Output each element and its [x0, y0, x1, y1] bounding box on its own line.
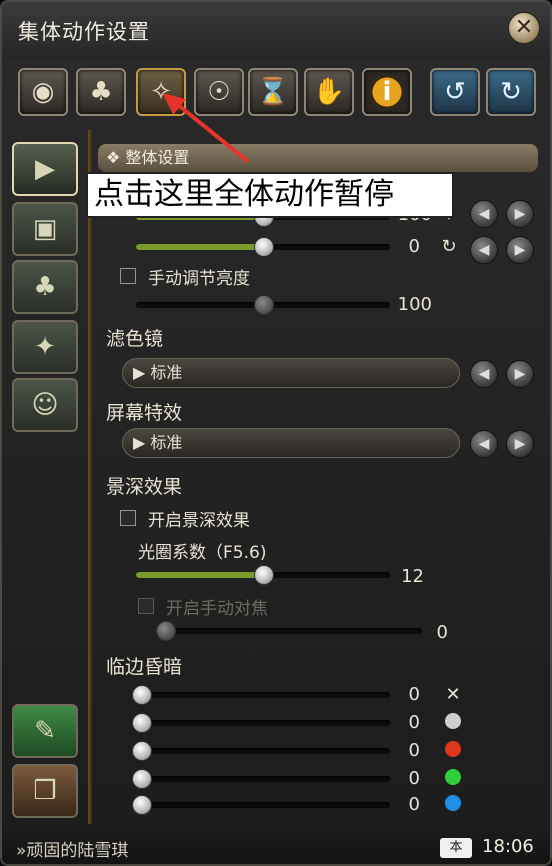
manual-focus-checkbox[interactable] — [138, 598, 154, 614]
vignette-slider-knob[interactable] — [132, 713, 152, 733]
info-icon[interactable]: i — [362, 68, 412, 116]
next-button[interactable]: ▶ — [506, 236, 534, 264]
effect-prev-button[interactable]: ◀ — [470, 430, 498, 458]
dof-enable-checkbox[interactable] — [120, 510, 136, 526]
filter-dropdown[interactable]: ▶ 标准 — [122, 358, 460, 388]
sidebar: ▶ ▣ ♣ ✦ ☺ ✎ ❒ — [10, 138, 82, 828]
settings-panel: ❖ 整体设置 100 ▾ ◀ ▶ 0 ↻ ◀ ▶ 手动调节亮度 100 滤色镜 … — [98, 138, 544, 828]
rotate-left-icon[interactable]: ↺ — [430, 68, 480, 116]
group-pose-window: 集体动作设置 ✕ ◉ ♣ ✧ ☉ ⌛ ✋ i ↺ ↻ 点击这里全体动作暂停 ▶ … — [0, 0, 552, 866]
focus-value: 0 — [436, 622, 448, 643]
player-name: »顽固的陆雪琪 — [16, 841, 129, 861]
vignette-slider-track[interactable] — [132, 741, 390, 761]
vertical-resize-icon[interactable] — [444, 712, 462, 730]
dof-label: 景深效果 — [106, 476, 183, 498]
gesture-icon[interactable]: ✋ — [304, 68, 354, 116]
annotation-tooltip: 点击这里全体动作暂停 — [86, 172, 454, 218]
manual-brightness-label: 手动调节亮度 — [148, 269, 250, 289]
prev-button[interactable]: ◀ — [470, 200, 498, 228]
aperture-label: 光圈系数（F5.6) — [138, 543, 267, 563]
aperture-slider-knob[interactable] — [254, 565, 274, 585]
manual-focus-label: 开启手动对焦 — [166, 599, 268, 619]
section-title: ❖ 整体设置 — [98, 144, 538, 172]
open-book-icon[interactable]: ❒ — [12, 764, 78, 818]
pose-pause-icon[interactable]: ✧ — [136, 68, 186, 116]
sidebar-divider — [88, 130, 92, 824]
slider-value: 0 — [408, 236, 420, 257]
vignette-slider-track[interactable] — [132, 769, 390, 789]
filter-prev-button[interactable]: ◀ — [470, 360, 498, 388]
server-badge: 本 — [440, 838, 472, 858]
pose-icon[interactable]: ☉ — [194, 68, 244, 116]
clock: 18:06 — [482, 836, 534, 857]
vignette-slider-knob[interactable] — [132, 795, 152, 815]
vignette-value: 0 — [408, 768, 420, 789]
vignette-value: 0 — [408, 712, 420, 733]
manual-brightness-checkbox[interactable] — [120, 268, 136, 284]
close-icon[interactable]: ✕ — [508, 12, 540, 44]
brightness-slider-track[interactable] — [136, 295, 390, 315]
aperture-value: 12 — [401, 566, 424, 587]
lamp-icon[interactable]: ♣ — [76, 68, 126, 116]
titlebar: 集体动作设置 ✕ — [2, 2, 550, 60]
brightness-slider-knob[interactable] — [254, 295, 274, 315]
window-title: 集体动作设置 — [18, 20, 150, 44]
vignette-slider-track[interactable] — [132, 795, 390, 815]
red-swatch[interactable] — [444, 740, 462, 758]
next-button[interactable]: ▶ — [506, 200, 534, 228]
frame-icon[interactable]: ▣ — [12, 202, 78, 256]
filter-next-button[interactable]: ▶ — [506, 360, 534, 388]
focus-slider-track[interactable] — [156, 621, 422, 641]
vignette-value: 0 — [408, 740, 420, 761]
vignette-slider-track[interactable] — [132, 685, 390, 705]
feather-book-icon[interactable]: ✎ — [12, 704, 78, 758]
slider-knob[interactable] — [254, 237, 274, 257]
dof-enable-label: 开启景深效果 — [148, 511, 250, 531]
effect-label: 屏幕特效 — [106, 402, 183, 424]
prev-button[interactable]: ◀ — [470, 236, 498, 264]
vignette-slider-track[interactable] — [132, 713, 390, 733]
brightness-value: 100 — [397, 294, 432, 315]
effect-next-button[interactable]: ▶ — [506, 430, 534, 458]
vignette-slider-knob[interactable] — [132, 741, 152, 761]
effect-dropdown[interactable]: ▶ 标准 — [122, 428, 460, 458]
camera-settings-icon[interactable]: ▶ — [12, 142, 78, 196]
focus-slider-knob[interactable] — [156, 621, 176, 641]
rotate-right-icon[interactable]: ↻ — [486, 68, 536, 116]
vignette-label: 临边昏暗 — [106, 656, 183, 678]
expand-icon[interactable]: ✕ — [442, 684, 464, 706]
eye-icon[interactable]: ◉ — [18, 68, 68, 116]
green-swatch[interactable] — [444, 768, 462, 786]
filter-label: 滤色镜 — [106, 328, 164, 350]
light-icon[interactable]: ♣ — [12, 260, 78, 314]
timer-lock-icon[interactable]: ⌛ — [248, 68, 298, 116]
vignette-value: 0 — [408, 684, 420, 705]
aperture-slider-track[interactable] — [136, 565, 390, 585]
vignette-slider-knob[interactable] — [132, 769, 152, 789]
vignette-slider-knob[interactable] — [132, 685, 152, 705]
two-people-icon[interactable]: ☺ — [12, 378, 78, 432]
slider-track[interactable] — [136, 237, 390, 257]
blue-swatch[interactable] — [444, 794, 462, 812]
vignette-value: 0 — [408, 794, 420, 815]
reset-icon[interactable]: ↻ — [438, 236, 460, 258]
toolbar: ◉ ♣ ✧ ☉ ⌛ ✋ i ↺ ↻ — [2, 60, 550, 126]
footer: »顽固的陆雪琪 本 18:06 — [2, 830, 550, 864]
running-person-icon[interactable]: ✦ — [12, 320, 78, 374]
